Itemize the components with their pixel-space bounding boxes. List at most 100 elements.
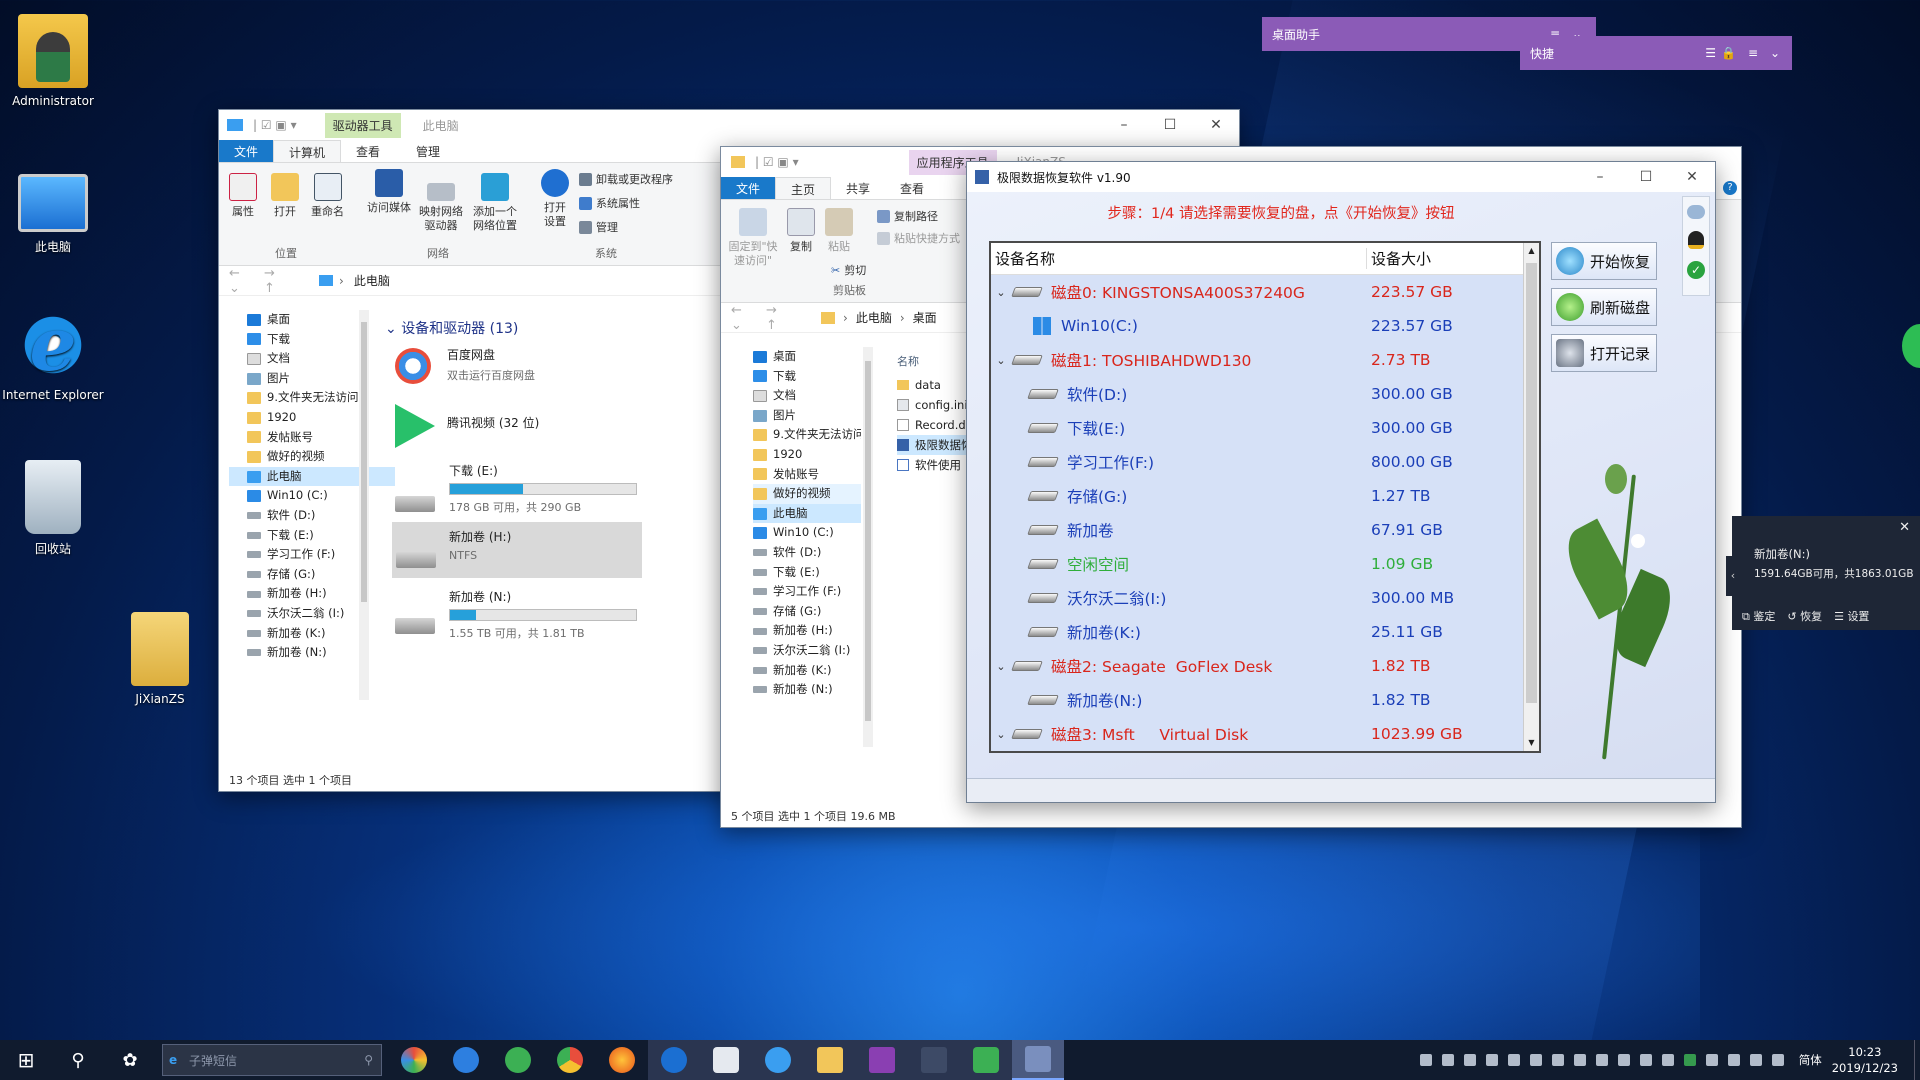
tree-item-drive-k[interactable]: 新加卷 (K:) [247, 624, 395, 644]
open-record-button[interactable]: 打开记录 [1551, 334, 1657, 372]
green-float-ball-icon[interactable] [1902, 324, 1920, 368]
tree-item-drive-n[interactable]: 新加卷 (N:) [753, 680, 861, 700]
tab-view[interactable]: 查看 [341, 140, 395, 162]
tree-item-this-pc[interactable]: 此电脑 [229, 466, 395, 487]
taskbar-app-hex[interactable] [856, 1040, 908, 1080]
tree-item-folder[interactable]: 9.文件夹无法访问 [247, 388, 395, 408]
taskbar-app-green[interactable] [492, 1040, 544, 1080]
tree-item-folder[interactable]: 发帖账号 [247, 428, 395, 448]
check-icon[interactable]: ✓ [1687, 261, 1705, 279]
tree-item-drive-i[interactable]: 沃尔沃二翁 (I:) [247, 604, 395, 624]
close-button[interactable]: ✕ [1669, 162, 1715, 192]
cut-button[interactable]: ✂ 剪切 [831, 262, 866, 278]
popup-collapse-tab[interactable]: ‹ [1726, 556, 1740, 596]
disk-row[interactable]: ⌄ 磁盘2: Seagate GoFlex Desk 1.82 TB [991, 649, 1539, 683]
tree-item-folder[interactable]: 做好的视频 [247, 447, 395, 467]
identify-button[interactable]: ⧉ 鉴定 [1742, 608, 1775, 624]
scroll-down-arrow[interactable]: ▼ [1524, 735, 1539, 751]
tray-icon[interactable] [1551, 1054, 1564, 1066]
taskbar-app-recovery[interactable] [1012, 1040, 1064, 1080]
open-button[interactable]: 打开 [271, 173, 299, 219]
minimize-button[interactable]: – [1101, 110, 1147, 140]
tree-item-drive-h[interactable]: 新加卷 (H:) [753, 621, 861, 641]
tree-item-folder[interactable]: 1920 [247, 408, 395, 428]
tree-scrollbar-thumb[interactable] [361, 322, 367, 602]
access-media-button[interactable]: 访问媒体 [365, 169, 413, 215]
partition-row[interactable]: 沃尔沃二翁(I:) 300.00 MB [991, 581, 1539, 615]
partition-row[interactable]: 存储(G:) 1.27 TB [991, 479, 1539, 513]
tree-item-this-pc[interactable]: 此电脑 [753, 503, 861, 524]
chevron-down-icon[interactable]: ⌄ [1770, 46, 1780, 60]
taskbar-app-notes[interactable] [700, 1040, 752, 1080]
map-drive-button[interactable]: 映射网络 驱动器 [415, 173, 467, 233]
tree-item-drive-g[interactable]: 存储 (G:) [247, 565, 395, 585]
tree-item-drive-c[interactable]: Win10 (C:) [247, 486, 395, 506]
tree-item-desktop[interactable]: 桌面 [753, 347, 861, 367]
cloud-icon[interactable] [1687, 205, 1705, 219]
column-header-device-name[interactable]: 设备名称 [991, 248, 1367, 269]
tray-icon[interactable] [1419, 1054, 1432, 1066]
scroll-up-arrow[interactable]: ▲ [1524, 243, 1539, 259]
tray-icon[interactable] [1573, 1054, 1586, 1066]
paste-button[interactable]: 粘贴 [825, 208, 853, 254]
tile-tencent-video[interactable]: 腾讯视频 (32 位) [395, 404, 539, 448]
maximize-button[interactable]: ☐ [1147, 110, 1193, 140]
tree-item-drive-c[interactable]: Win10 (C:) [753, 523, 861, 543]
tree-item-folder[interactable]: 做好的视频 [753, 484, 861, 504]
tab-computer[interactable]: 计算机 [273, 140, 342, 162]
chevron-down-icon[interactable]: ⌄ [991, 728, 1011, 741]
horizontal-scrollbar[interactable] [967, 778, 1715, 802]
device-list-scrollbar[interactable]: ▲ ▼ [1523, 243, 1539, 751]
taskbar-app-k[interactable] [440, 1040, 492, 1080]
partition-row[interactable]: 新加卷(N:) 1.82 TB [991, 683, 1539, 717]
taskbar-app-browser[interactable] [388, 1040, 440, 1080]
wechat-icon[interactable] [1683, 1054, 1696, 1066]
rename-button[interactable]: 重命名 [311, 173, 344, 219]
taskbar-app-android[interactable] [960, 1040, 1012, 1080]
tree-item-documents[interactable]: 文档 [753, 386, 861, 406]
tray-icon[interactable] [1617, 1054, 1630, 1066]
pin-quick-access-button[interactable]: 固定到"快 速访问" [725, 208, 781, 268]
context-tab-drive-tools[interactable]: 驱动器工具 [324, 112, 401, 138]
uninstall-programs-button[interactable]: 卸载或更改程序 [579, 171, 673, 187]
desktop-icon-administrator[interactable]: Administrator [0, 14, 106, 108]
tray-icon[interactable] [1463, 1054, 1476, 1066]
minimize-button[interactable]: – [1577, 162, 1623, 192]
chevron-down-icon[interactable]: ⌄ [991, 354, 1011, 367]
partition-row[interactable]: 新加卷(K:) 25.11 GB [991, 615, 1539, 649]
section-header-devices[interactable]: ⌄ 设备和驱动器 (13) [385, 318, 518, 338]
column-header-device-size[interactable]: 设备大小 [1367, 248, 1431, 269]
tray-icon[interactable] [1639, 1054, 1652, 1066]
ime-indicator[interactable]: 简体 [1799, 1052, 1822, 1068]
partition-row[interactable]: 软件(D:) 300.00 GB [991, 377, 1539, 411]
desktop-icon-jixianzs[interactable]: JiXianZS [107, 612, 213, 706]
chevron-down-icon[interactable]: ⌄ [991, 660, 1011, 673]
breadcrumb-desktop[interactable]: 桌面 [913, 309, 937, 326]
desktop-icon-this-pc[interactable]: 此电脑 [0, 162, 106, 255]
refresh-disk-button[interactable]: 刷新磁盘 [1551, 288, 1657, 326]
list-icon[interactable]: ☰ [1705, 46, 1716, 60]
partition-row[interactable]: 下载(E:) 300.00 GB [991, 411, 1539, 445]
tree-item-drive-e[interactable]: 下载 (E:) [247, 526, 395, 546]
tab-share[interactable]: 共享 [831, 177, 885, 199]
manage-button[interactable]: 管理 [579, 219, 618, 235]
tray-icon[interactable] [1529, 1054, 1542, 1066]
tree-item-drive-g[interactable]: 存储 (G:) [753, 602, 861, 622]
navigation-arrows[interactable]: ← → ⌄ ↑ [219, 266, 319, 296]
tile-drive-h[interactable]: 新加卷 (H:) NTFS [392, 522, 642, 578]
tree-item-folder[interactable]: 9.文件夹无法访问 [753, 425, 861, 445]
system-properties-button[interactable]: 系统属性 [579, 195, 640, 211]
tab-home[interactable]: 主页 [775, 177, 832, 199]
recover-button[interactable]: ↺ 恢复 [1787, 608, 1822, 624]
breadcrumb-this-pc[interactable]: 此电脑 [856, 309, 892, 326]
desktop-icon-ie[interactable]: e Internet Explorer [0, 308, 106, 402]
quick-access-toolbar[interactable]: | ☑ ▣ ▾ [755, 155, 799, 169]
taskbar-app-s[interactable] [648, 1040, 700, 1080]
partition-row[interactable]: 空闲空间 1.09 GB [991, 547, 1539, 581]
clock[interactable]: 10:23 2019/12/23 [1832, 1044, 1898, 1076]
tile-drive-e[interactable]: 下载 (E:) 178 GB 可用，共 290 GB [395, 462, 637, 515]
navigation-arrows[interactable]: ← → ⌄ ↑ [721, 303, 821, 333]
tree-item-pictures[interactable]: 图片 [753, 406, 861, 426]
chevron-down-icon[interactable]: ⌄ [991, 286, 1011, 299]
tree-item-drive-h[interactable]: 新加卷 (H:) [247, 584, 395, 604]
